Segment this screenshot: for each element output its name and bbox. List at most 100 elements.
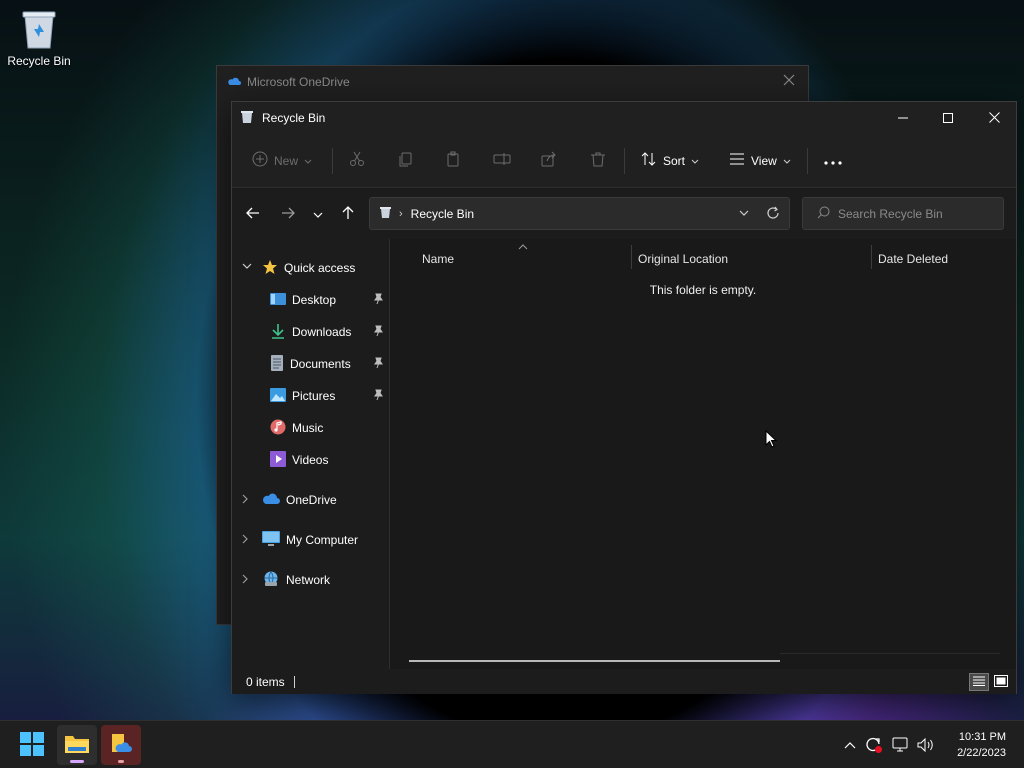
pin-icon [372, 389, 384, 404]
sidebar-item-label: Downloads [292, 325, 352, 339]
sidebar-item-videos[interactable]: Videos [232, 448, 390, 472]
running-indicator [118, 760, 124, 763]
search-input[interactable] [838, 206, 998, 221]
network-icon [262, 570, 280, 590]
sidebar-item-documents[interactable]: Documents [232, 352, 390, 376]
onedrive-cloud-icon [227, 75, 241, 89]
close-button[interactable] [971, 102, 1017, 133]
up-button[interactable] [339, 205, 357, 223]
chevron-right-icon[interactable] [242, 574, 248, 587]
paste-button[interactable] [445, 133, 461, 188]
chevron-right-icon[interactable] [242, 534, 248, 547]
sidebar-item-label: OneDrive [286, 493, 337, 507]
file-list[interactable]: Name Original Location Date Deleted This… [390, 239, 1016, 669]
sidebar-item-desktop[interactable]: Desktop [232, 288, 390, 312]
share-icon [541, 151, 557, 170]
address-dropdown-button[interactable] [739, 206, 749, 223]
view-lines-icon [729, 152, 745, 169]
sidebar-item-music[interactable]: Music [232, 416, 390, 440]
explorer-titlebar[interactable]: Recycle Bin [232, 102, 1016, 133]
sidebar-item-quick-access[interactable]: Quick access [232, 256, 390, 280]
maximize-button[interactable] [925, 102, 971, 133]
status-divider [294, 676, 295, 688]
more-options-button[interactable] [824, 133, 842, 188]
windows-logo-icon [20, 731, 44, 759]
navigation-bar: › Recycle Bin [232, 189, 1016, 239]
column-header-name[interactable]: Name [422, 245, 630, 273]
column-divider[interactable] [871, 245, 872, 269]
empty-folder-message: This folder is empty. [649, 283, 757, 297]
network-status-icon[interactable] [892, 736, 910, 754]
sidebar-item-my-computer[interactable]: My Computer [232, 528, 390, 552]
view-label: View [751, 153, 777, 168]
column-divider[interactable] [631, 245, 632, 269]
sidebar-item-downloads[interactable]: Downloads [232, 320, 390, 344]
sidebar-item-network[interactable]: Network [232, 568, 390, 592]
arrow-left-icon [246, 207, 260, 222]
address-bar[interactable]: › Recycle Bin [369, 197, 790, 230]
column-header-date-deleted[interactable]: Date Deleted [878, 245, 1008, 273]
cut-button[interactable] [349, 133, 365, 188]
start-button[interactable] [12, 725, 52, 765]
active-indicator [70, 760, 84, 763]
chevron-down-icon [691, 154, 699, 168]
taskbar-clock[interactable]: 10:31 PM 2/22/2023 [957, 729, 1006, 761]
desktop-icon-label: Recycle Bin [7, 54, 71, 68]
taskbar-onedrive-setup[interactable] [101, 725, 141, 765]
file-explorer-window[interactable]: Recycle Bin New Sort View › Recycle Bin … [231, 101, 1017, 694]
recent-locations-button[interactable] [309, 205, 327, 223]
horizontal-scrollbar[interactable] [409, 660, 780, 662]
share-button[interactable] [541, 133, 557, 188]
minimize-button[interactable] [880, 102, 926, 133]
breadcrumb-path[interactable]: Recycle Bin [411, 207, 474, 221]
new-button[interactable]: New [252, 133, 312, 188]
onedrive-titlebar: Microsoft OneDrive [217, 66, 808, 97]
taskbar: 10:31 PM 2/22/2023 [0, 720, 1024, 768]
column-header-original-location[interactable]: Original Location [638, 245, 870, 273]
toolbar-divider [332, 148, 333, 174]
sync-error-icon[interactable] [865, 736, 883, 754]
sidebar-item-pictures[interactable]: Pictures [232, 384, 390, 408]
view-button[interactable]: View [729, 133, 791, 188]
window-title: Recycle Bin [262, 110, 326, 125]
document-icon [270, 354, 284, 374]
desktop-recycle-bin[interactable]: Recycle Bin [4, 8, 74, 68]
onedrive-close-button[interactable] [782, 73, 798, 89]
sidebar-item-onedrive[interactable]: OneDrive [232, 488, 390, 512]
pin-icon [372, 293, 384, 308]
details-view-button[interactable] [969, 673, 989, 691]
show-hidden-icons-button[interactable] [841, 736, 859, 754]
large-icons-view-button[interactable] [991, 673, 1011, 691]
navigation-pane: Quick access Desktop Downloads Documents… [232, 239, 390, 669]
refresh-button[interactable] [766, 206, 780, 223]
new-plus-icon [252, 151, 268, 170]
status-bar: 0 items [232, 669, 1016, 694]
pin-icon [372, 325, 384, 340]
search-icon [817, 206, 830, 222]
breadcrumb-chevron-icon: › [399, 207, 403, 220]
taskbar-file-explorer[interactable] [57, 725, 97, 765]
picture-icon [270, 387, 286, 405]
chevron-down-icon[interactable] [242, 261, 252, 272]
volume-icon[interactable] [917, 736, 935, 754]
chevron-right-icon[interactable] [242, 494, 248, 507]
rename-button[interactable] [493, 133, 511, 188]
search-box[interactable] [802, 197, 1004, 230]
delete-button[interactable] [590, 133, 606, 188]
sidebar-item-label: Desktop [292, 293, 337, 307]
chevron-down-icon [304, 154, 312, 168]
scissors-icon [349, 151, 365, 170]
sidebar-item-label: My Computer [286, 533, 359, 547]
copy-button[interactable] [398, 133, 414, 188]
arrow-right-icon [281, 207, 295, 222]
video-icon [270, 450, 286, 470]
forward-button[interactable] [279, 205, 297, 223]
sidebar-item-label: Pictures [292, 389, 336, 403]
arrow-up-icon [342, 205, 354, 223]
trash-icon [590, 151, 606, 170]
computer-icon [262, 530, 280, 550]
back-button[interactable] [244, 205, 262, 223]
sort-button[interactable]: Sort [641, 133, 699, 188]
toolbar-divider [807, 148, 808, 174]
sidebar-item-label: Network [286, 573, 331, 587]
